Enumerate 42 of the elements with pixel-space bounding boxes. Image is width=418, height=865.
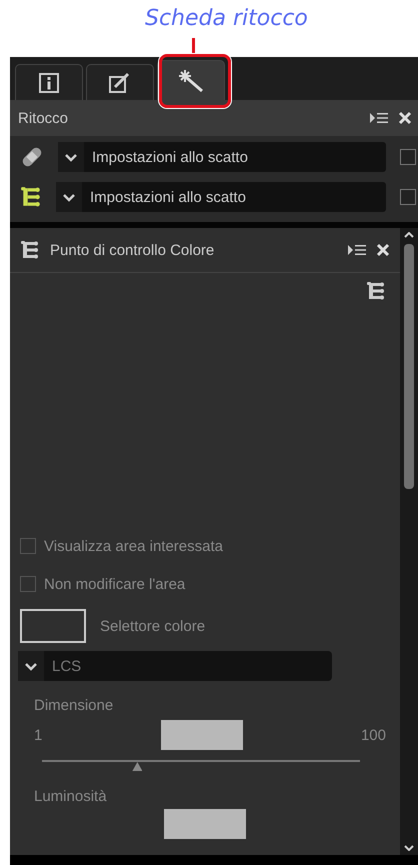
color-swatch[interactable] <box>20 609 86 643</box>
scrollbar-thumb[interactable] <box>404 244 414 489</box>
picker-label: Selettore colore <box>100 618 206 634</box>
annotation-caption: Scheda ritocco <box>145 6 308 31</box>
caret-icon <box>25 662 37 670</box>
value-field[interactable] <box>164 809 246 839</box>
scrollbar[interactable] <box>400 228 418 855</box>
slider-label: Luminosità <box>33 787 108 805</box>
checkbox[interactable] <box>400 149 416 165</box>
close-icon[interactable] <box>398 111 412 125</box>
settings-dropdown[interactable]: Impostazioni allo scatto <box>56 182 386 212</box>
caret-icon <box>63 192 75 202</box>
tab[interactable] <box>86 64 154 100</box>
checkbox[interactable] <box>20 538 36 554</box>
tab[interactable] <box>157 60 225 100</box>
tree-icon <box>20 240 40 260</box>
slider-thumb[interactable] <box>132 762 142 771</box>
add-control-point-icon <box>366 281 386 301</box>
magic-wand-icon <box>178 68 204 92</box>
highlight-frame <box>159 54 231 108</box>
slider-label: Dimensione <box>33 696 114 714</box>
close-icon[interactable] <box>376 243 390 257</box>
tab[interactable] <box>15 64 83 100</box>
checkbox[interactable] <box>400 189 416 205</box>
mode-dropdown[interactable]: LCS <box>18 651 332 681</box>
scroll-down-icon[interactable] <box>404 845 414 851</box>
panel-title: Ritocco <box>18 110 70 126</box>
scroll-up-icon[interactable] <box>404 232 414 238</box>
caret-icon <box>65 152 77 162</box>
checkbox-label: Visualizza area interessata <box>44 538 223 554</box>
panel-title: Punto di controllo Colore <box>50 242 216 258</box>
edit-icon <box>109 72 131 94</box>
panel-menu-icon[interactable] <box>348 244 366 256</box>
checkbox-label: Non modificare l'area <box>44 576 186 592</box>
panel-menu-icon[interactable] <box>370 112 388 124</box>
settings-dropdown[interactable]: Impostazioni allo scatto <box>58 142 386 172</box>
slider-max: 100 <box>360 726 386 744</box>
tree-icon <box>20 186 42 208</box>
value-field[interactable] <box>160 720 243 750</box>
slider-min: 1 <box>34 726 42 744</box>
info-icon <box>39 72 59 92</box>
checkbox[interactable] <box>20 576 36 592</box>
